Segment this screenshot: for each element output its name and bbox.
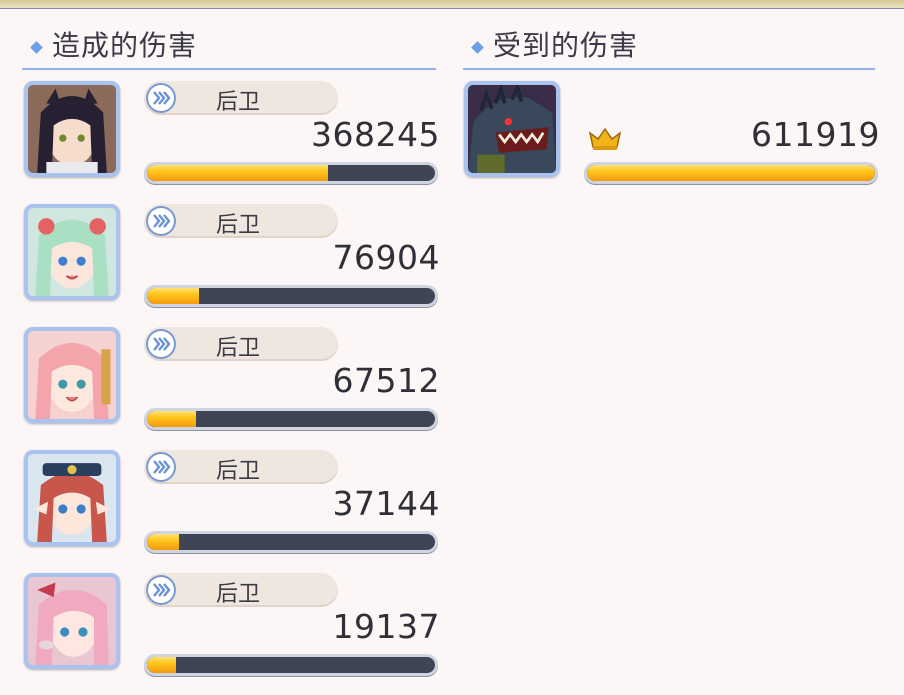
damage-value: 368245: [311, 115, 440, 154]
role-tag: 后卫: [144, 327, 338, 361]
damage-bar-fill: [147, 534, 179, 550]
role-label: 后卫: [216, 459, 261, 484]
dealt-damage-header: 造成的伤害: [22, 22, 436, 70]
chevron-right-icon: [146, 452, 176, 482]
role-tag: 后卫: [144, 204, 338, 238]
green-haired-girl-portrait: [28, 208, 116, 296]
role-tag: 后卫: [144, 81, 338, 115]
pink-haired-girl-portrait: [28, 331, 116, 419]
received-damage-title: 受到的伤害: [493, 29, 639, 62]
received-damage-header: 受到的伤害: [463, 22, 875, 70]
role-label: 后卫: [216, 90, 261, 115]
dark-haired-girl-portrait: [28, 85, 116, 173]
chevron-right-icon: [146, 206, 176, 236]
character-portrait[interactable]: [24, 450, 120, 546]
red-haired-elf-portrait: [28, 454, 116, 542]
crown-icon: [588, 127, 622, 150]
role-tag: 后卫: [144, 573, 338, 607]
damage-bar: [144, 162, 438, 184]
damage-value: 37144: [332, 484, 440, 523]
enemy-portrait[interactable]: [464, 81, 560, 177]
damage-bar-fill: [587, 165, 875, 181]
damage-bar: [144, 408, 438, 430]
role-tag: 后卫: [144, 450, 338, 484]
received-damage-bar: [584, 162, 878, 184]
damage-value: 76904: [332, 238, 440, 277]
role-label: 后卫: [216, 336, 261, 361]
damage-bar: [144, 531, 438, 553]
role-label: 后卫: [216, 213, 261, 238]
character-portrait[interactable]: [24, 327, 120, 423]
damage-value: 67512: [332, 361, 440, 400]
character-portrait[interactable]: [24, 573, 120, 669]
character-portrait[interactable]: [24, 81, 120, 177]
damage-bar-fill: [147, 165, 329, 181]
diamond-icon: [471, 41, 484, 54]
chevron-right-icon: [146, 83, 176, 113]
role-label: 后卫: [216, 582, 261, 607]
chevron-right-icon: [146, 329, 176, 359]
damage-bar: [144, 285, 438, 307]
damage-bar: [144, 654, 438, 676]
damage-bar-fill: [147, 657, 176, 673]
pink-haired-girl-2-portrait: [28, 577, 116, 665]
damage-bar-fill: [147, 411, 196, 427]
top-frame-strip: [0, 0, 904, 9]
dragon-boss-portrait: [468, 85, 556, 173]
damage-value: 19137: [332, 607, 440, 646]
diamond-icon: [30, 41, 43, 54]
chevron-right-icon: [146, 575, 176, 605]
damage-bar-fill: [147, 288, 199, 304]
received-damage-value: 611919: [751, 115, 880, 154]
character-portrait[interactable]: [24, 204, 120, 300]
dealt-damage-title: 造成的伤害: [52, 29, 198, 62]
